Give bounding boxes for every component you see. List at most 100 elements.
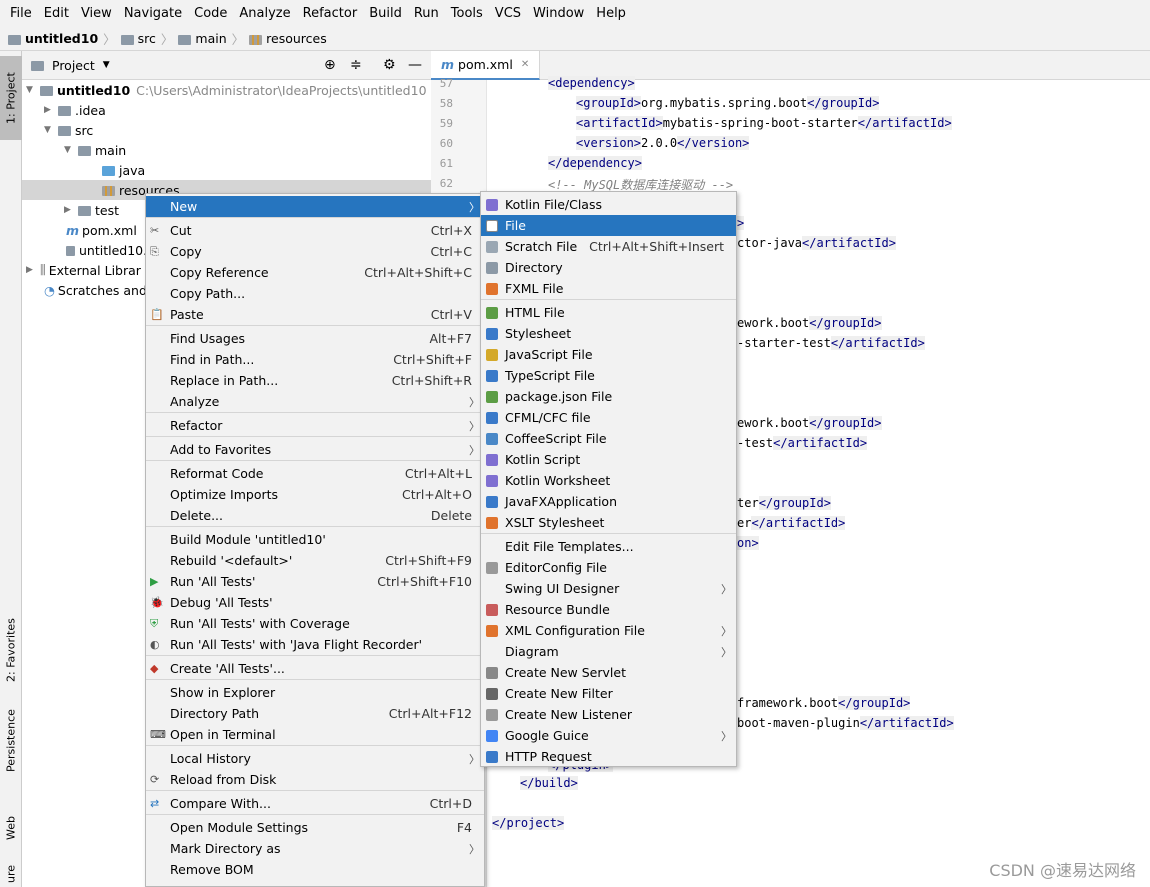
chevron-down-icon[interactable]: ▼ <box>103 60 110 70</box>
new-item-stylesheet[interactable]: Stylesheet <box>481 323 736 344</box>
menu-item-copy[interactable]: ⎘ Copy Ctrl+C <box>146 241 484 262</box>
menu-item-copy-path[interactable]: Copy Path... <box>146 283 484 304</box>
menu-item-paste[interactable]: 📋 Paste Ctrl+V <box>146 304 484 325</box>
new-item-create-new-listener[interactable]: Create New Listener <box>481 704 736 725</box>
new-item-create-new-filter[interactable]: Create New Filter <box>481 683 736 704</box>
tab-project[interactable]: 1: Project <box>0 56 22 140</box>
menu-item-run-all-tests-with-coverage[interactable]: ⛨ Run 'All Tests' with Coverage <box>146 613 484 634</box>
new-item-create-new-servlet[interactable]: Create New Servlet <box>481 662 736 683</box>
new-item-directory[interactable]: Directory <box>481 257 736 278</box>
menu-code[interactable]: Code <box>188 6 233 21</box>
menu-analyze[interactable]: Analyze <box>233 6 296 21</box>
menu-item-run-all-tests-with-java-flight-recorder[interactable]: ◐ Run 'All Tests' with 'Java Flight Recor… <box>146 634 484 655</box>
tree-item-external-libraries[interactable]: ▶ ⫼ External Librar <box>26 260 141 280</box>
menu-item-show-in-explorer[interactable]: Show in Explorer <box>146 682 484 703</box>
new-item-edit-file-templates[interactable]: Edit File Templates... <box>481 536 736 557</box>
menu-item-cut[interactable]: ✂ Cut Ctrl+X <box>146 220 484 241</box>
menu-item-debug-all-tests[interactable]: 🐞 Debug 'All Tests' <box>146 592 484 613</box>
tree-item-java[interactable]: java <box>102 160 145 180</box>
new-item-editorconfig-file[interactable]: EditorConfig File <box>481 557 736 578</box>
tree-item-scratches[interactable]: ◔ Scratches and <box>44 280 147 300</box>
locate-icon[interactable]: ⊕ <box>324 57 336 73</box>
menu-view[interactable]: View <box>75 6 118 21</box>
menu-item-reformat-code[interactable]: Reformat Code Ctrl+Alt+L <box>146 463 484 484</box>
menu-item-local-history[interactable]: Local History 〉 <box>146 748 484 769</box>
new-item-package-json-file[interactable]: package.json File <box>481 386 736 407</box>
new-item-typescript-file[interactable]: TypeScript File <box>481 365 736 386</box>
menu-item-find-in-path[interactable]: Find in Path... Ctrl+Shift+F <box>146 349 484 370</box>
tree-item-untitled10[interactable]: ▼ untitled10 C:\Users\Administrator\IdeaPr… <box>26 80 427 100</box>
new-item-swing-ui-designer[interactable]: Swing UI Designer 〉 <box>481 578 736 599</box>
menu-item-new[interactable]: New 〉 <box>146 196 484 217</box>
menu-item-build-module-untitled10[interactable]: Build Module 'untitled10' <box>146 529 484 550</box>
menu-item-find-usages[interactable]: Find Usages Alt+F7 <box>146 328 484 349</box>
menu-item-replace-in-path[interactable]: Replace in Path... Ctrl+Shift+R <box>146 370 484 391</box>
tree-item-main[interactable]: ▼ main <box>64 140 126 160</box>
tab-favorites[interactable]: 2: Favorites <box>0 606 22 694</box>
tab-web[interactable]: Web <box>0 803 22 853</box>
new-item-kotlin-script[interactable]: Kotlin Script <box>481 449 736 470</box>
menu-item-create-all-tests[interactable]: ◆ Create 'All Tests'... <box>146 658 484 679</box>
menu-edit[interactable]: Edit <box>38 6 75 21</box>
new-item-kotlin-file-class[interactable]: Kotlin File/Class <box>481 194 736 215</box>
menu-vcs[interactable]: VCS <box>489 6 527 21</box>
new-item-http-request[interactable]: HTTP Request <box>481 746 736 767</box>
menu-item-optimize-imports[interactable]: Optimize Imports Ctrl+Alt+O <box>146 484 484 505</box>
gear-icon[interactable]: ⚙ <box>383 57 396 73</box>
menu-item-run-all-tests[interactable]: ▶ Run 'All Tests' Ctrl+Shift+F10 <box>146 571 484 592</box>
menu-item-reload-from-disk[interactable]: ⟳ Reload from Disk <box>146 769 484 790</box>
new-item-coffeescript-file[interactable]: CoffeeScript File <box>481 428 736 449</box>
breadcrumb-item-project[interactable]: untitled10 <box>25 31 98 46</box>
menu-item-copy-reference[interactable]: Copy Reference Ctrl+Alt+Shift+C <box>146 262 484 283</box>
new-item-javafxapplication[interactable]: JavaFXApplication <box>481 491 736 512</box>
menu-window[interactable]: Window <box>527 6 590 21</box>
menu-item-add-to-favorites[interactable]: Add to Favorites 〉 <box>146 439 484 460</box>
menu-file[interactable]: File <box>4 6 38 21</box>
new-item-resource-bundle[interactable]: Resource Bundle <box>481 599 736 620</box>
collapse-all-icon[interactable]: ≑ <box>350 57 362 73</box>
menu-tools[interactable]: Tools <box>445 6 489 21</box>
menu-item-analyze[interactable]: Analyze 〉 <box>146 391 484 412</box>
tree-item-iml[interactable]: untitled10.i <box>66 240 151 260</box>
tree-item-pom[interactable]: m pom.xml <box>66 220 137 240</box>
menu-run[interactable]: Run <box>408 6 445 21</box>
new-item-html-file[interactable]: HTML File <box>481 302 736 323</box>
menu-item-open-in-terminal[interactable]: ⌨ Open in Terminal <box>146 724 484 745</box>
new-item-file[interactable]: File <box>481 215 736 236</box>
hide-icon[interactable]: — <box>408 57 422 73</box>
new-item-xml-configuration-file[interactable]: XML Configuration File 〉 <box>481 620 736 641</box>
menu-item-directory-path[interactable]: Directory Path Ctrl+Alt+F12 <box>146 703 484 724</box>
project-view-selector[interactable]: Project <box>52 58 95 73</box>
menu-item-mark-directory-as[interactable]: Mark Directory as 〉 <box>146 838 484 859</box>
menu-item-rebuild-default[interactable]: Rebuild '<default>' Ctrl+Shift+F9 <box>146 550 484 571</box>
tree-item-test[interactable]: ▶ test <box>64 200 119 220</box>
menu-refactor[interactable]: Refactor <box>297 6 364 21</box>
new-item-fxml-file[interactable]: FXML File <box>481 278 736 299</box>
breadcrumb-item-src[interactable]: src <box>138 31 156 46</box>
tree-item-src[interactable]: ▼ src <box>44 120 93 140</box>
menu-item-open-module-settings[interactable]: Open Module Settings F4 <box>146 817 484 838</box>
menu-item-refactor[interactable]: Refactor 〉 <box>146 415 484 436</box>
new-item-xslt-stylesheet[interactable]: XSLT Stylesheet <box>481 512 736 533</box>
new-item-scratch-file[interactable]: Scratch File Ctrl+Alt+Shift+Insert <box>481 236 736 257</box>
breadcrumb-item-main[interactable]: main <box>195 31 226 46</box>
new-item-diagram[interactable]: Diagram 〉 <box>481 641 736 662</box>
menu-help[interactable]: Help <box>590 6 632 21</box>
menu-item-icon: 🐞 <box>150 596 164 609</box>
tab-persistence[interactable]: Persistence <box>0 706 22 776</box>
menu-navigate[interactable]: Navigate <box>118 6 188 21</box>
tree-item-idea[interactable]: ▶ .idea <box>44 100 106 120</box>
menu-build[interactable]: Build <box>363 6 408 21</box>
tab-structure[interactable]: ure <box>0 861 22 887</box>
menu-item-label: JavaScript File <box>505 347 593 362</box>
menu-item-delete[interactable]: Delete... Delete <box>146 505 484 526</box>
tab-pom-xml[interactable]: m pom.xml ✕ <box>431 51 541 80</box>
menu-item-compare-with[interactable]: ⇄ Compare With... Ctrl+D <box>146 793 484 814</box>
new-item-kotlin-worksheet[interactable]: Kotlin Worksheet <box>481 470 736 491</box>
new-item-google-guice[interactable]: Google Guice 〉 <box>481 725 736 746</box>
close-icon[interactable]: ✕ <box>521 59 529 70</box>
new-item-cfml-cfc-file[interactable]: CFML/CFC file <box>481 407 736 428</box>
menu-item-remove-bom[interactable]: Remove BOM <box>146 859 484 880</box>
new-item-javascript-file[interactable]: JavaScript File <box>481 344 736 365</box>
breadcrumb-item-resources[interactable]: resources <box>266 31 327 46</box>
